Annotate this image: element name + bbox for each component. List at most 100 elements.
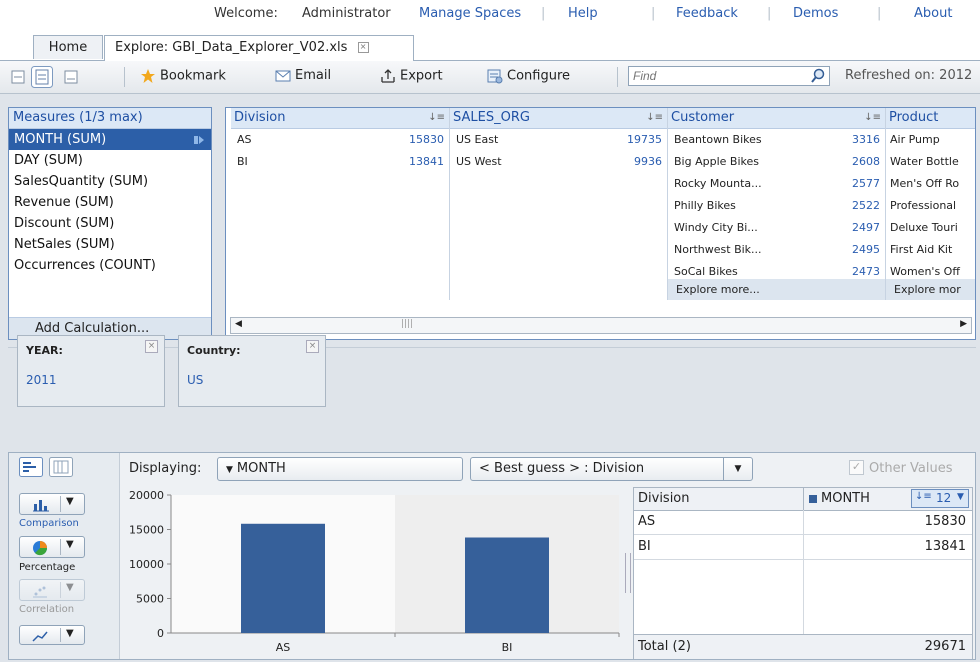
trend-chart-button[interactable]: ▼ — [19, 625, 85, 645]
filter-label: YEAR: — [26, 344, 63, 357]
facet-row[interactable]: Professional — [886, 195, 975, 217]
measure-discount[interactable]: Discount (SUM) — [9, 213, 211, 234]
facet-customer-header[interactable]: Customer ↓≡ — [668, 108, 885, 129]
filter-label: Country: — [187, 344, 241, 357]
bar[interactable] — [241, 523, 325, 633]
help-link[interactable]: Help — [568, 6, 598, 21]
facet-division-header[interactable]: Division ↓≡ — [231, 108, 449, 129]
filter-country[interactable]: Country: US × — [178, 335, 326, 407]
filter-value: 2011 — [26, 373, 57, 387]
explore-more-product[interactable]: Explore mor — [886, 279, 975, 300]
table-row[interactable]: AS 15830 — [634, 510, 972, 535]
manage-spaces-link[interactable]: Manage Spaces — [419, 6, 521, 21]
filter-year[interactable]: YEAR: 2011 × — [17, 335, 165, 407]
configure-button[interactable]: Configure — [487, 68, 570, 84]
sort-control[interactable]: ↓≡ 12 ▼ — [911, 489, 969, 508]
comparison-chart-button[interactable]: ▼ — [19, 493, 85, 515]
facet-row[interactable]: Big Apple Bikes 2608 — [668, 151, 885, 173]
find-input[interactable] — [628, 66, 830, 86]
about-link[interactable]: About — [914, 6, 952, 21]
sort-icon[interactable]: ↓≡ — [864, 108, 881, 128]
sort-icon[interactable]: ↓≡ — [646, 108, 663, 128]
facet-row[interactable]: Air Pump — [886, 129, 975, 151]
facet-row[interactable]: AS 15830 — [231, 129, 449, 151]
layout-single-icon[interactable] — [11, 70, 25, 84]
measure-month[interactable]: MONTH (SUM) — [9, 129, 211, 150]
table-cell-value: 15830 — [924, 514, 966, 529]
scroll-left-icon[interactable]: ◀ — [235, 319, 242, 329]
close-tab-icon[interactable]: × — [357, 42, 369, 53]
facet-row-value: 13841 — [409, 155, 444, 168]
measure-day[interactable]: DAY (SUM) — [9, 150, 211, 171]
splitter-handle[interactable] — [625, 553, 631, 593]
facet-row[interactable]: US West 9936 — [450, 151, 667, 173]
chevron-down-icon[interactable]: ▼ — [66, 539, 74, 550]
facet-row[interactable]: Northwest Bik... 2495 — [668, 239, 885, 261]
chevron-down-icon[interactable]: ▼ — [66, 628, 74, 639]
facet-row[interactable]: BI 13841 — [231, 151, 449, 173]
demos-link[interactable]: Demos — [793, 6, 838, 21]
facet-row-value: 3316 — [852, 133, 880, 146]
remove-filter-icon[interactable]: × — [306, 340, 319, 353]
dimension-dropdown[interactable]: < Best guess > : Division ▼ — [470, 457, 753, 481]
tab-explore[interactable]: Explore: GBI_Data_Explorer_V02.xls × — [104, 35, 414, 61]
explore-more-customer[interactable]: Explore more... — [668, 279, 885, 300]
top-bar: Welcome: Administrator Manage Spaces | H… — [0, 0, 980, 30]
chevron-down-icon[interactable]: ▼ — [723, 458, 752, 480]
pie-chart-icon — [33, 541, 48, 556]
col-divider — [803, 488, 804, 510]
facet-sales-org-header[interactable]: SALES_ORG ↓≡ — [450, 108, 667, 129]
table-col-division[interactable]: Division — [638, 491, 690, 506]
drag-handle-icon[interactable] — [193, 134, 205, 146]
export-button[interactable]: Export — [380, 68, 443, 84]
scroll-thumb-grip-icon[interactable]: |||| — [401, 319, 413, 329]
bookmark-button[interactable]: Bookmark — [140, 68, 226, 84]
data-table: Division MONTH ↓≡ 12 ▼ AS 15830 BI 13841… — [633, 487, 973, 659]
layout-bottom-icon[interactable] — [64, 70, 78, 84]
chevron-down-icon: ▼ — [957, 492, 964, 502]
toolbar: Bookmark Email Export Configure Refreshe… — [0, 61, 980, 94]
measures-header: Measures (1/3 max) — [9, 108, 211, 129]
facet-row[interactable]: Deluxe Touri — [886, 217, 975, 239]
tab-home[interactable]: Home — [33, 35, 103, 59]
facet-row[interactable]: First Aid Kit — [886, 239, 975, 261]
correlation-chart-button[interactable]: ▼ — [19, 579, 85, 601]
facet-row[interactable]: Philly Bikes 2522 — [668, 195, 885, 217]
facet-row-name: AS — [237, 133, 252, 146]
facet-row[interactable]: Windy City Bi... 2497 — [668, 217, 885, 239]
table-view-icon[interactable] — [49, 457, 73, 477]
measure-occurrences[interactable]: Occurrences (COUNT) — [9, 255, 211, 276]
facet-row[interactable]: Men's Off Ro — [886, 173, 975, 195]
chevron-down-icon[interactable]: ▼ — [66, 582, 74, 593]
tab-bar: Home Explore: GBI_Data_Explorer_V02.xls … — [0, 30, 980, 61]
table-col-month[interactable]: MONTH — [821, 491, 870, 506]
percentage-chart-button[interactable]: ▼ — [19, 536, 85, 558]
feedback-link[interactable]: Feedback — [676, 6, 738, 21]
sort-icon[interactable]: ↓≡ — [428, 108, 445, 128]
facet-row-value: 2495 — [852, 243, 880, 256]
scroll-right-icon[interactable]: ▶ — [960, 319, 967, 329]
facet-row-value: 19735 — [627, 133, 662, 146]
remove-filter-icon[interactable]: × — [145, 340, 158, 353]
measure-salesquantity[interactable]: SalesQuantity (SUM) — [9, 171, 211, 192]
facet-row[interactable]: Rocky Mounta... 2577 — [668, 173, 885, 195]
measure-netsales[interactable]: NetSales (SUM) — [9, 234, 211, 255]
facet-row[interactable]: Water Bottle — [886, 151, 975, 173]
other-values-checkbox[interactable]: ✓ — [849, 460, 864, 475]
bar[interactable] — [465, 537, 549, 633]
chevron-down-icon[interactable]: ▼ — [66, 496, 74, 507]
measure-revenue[interactable]: Revenue (SUM) — [9, 192, 211, 213]
facet-product-header[interactable]: Product — [886, 108, 975, 129]
chart-view-icon[interactable] — [19, 457, 43, 477]
facet-row[interactable]: Beantown Bikes 3316 — [668, 129, 885, 151]
table-row[interactable]: BI 13841 — [634, 535, 972, 560]
series-swatch — [809, 495, 817, 503]
facet-row[interactable]: US East 19735 — [450, 129, 667, 151]
measure-dropdown[interactable]: ▼ MONTH — [217, 457, 463, 481]
facet-scrollbar[interactable]: ◀ |||| ▶ — [230, 317, 972, 334]
search-icon[interactable] — [810, 68, 826, 84]
correlation-label: Correlation — [19, 604, 75, 615]
facet-product: Product Air Pump Water Bottle Men's Off … — [886, 108, 975, 300]
email-button[interactable]: Email — [275, 68, 331, 83]
layout-split-icon[interactable] — [31, 66, 53, 88]
